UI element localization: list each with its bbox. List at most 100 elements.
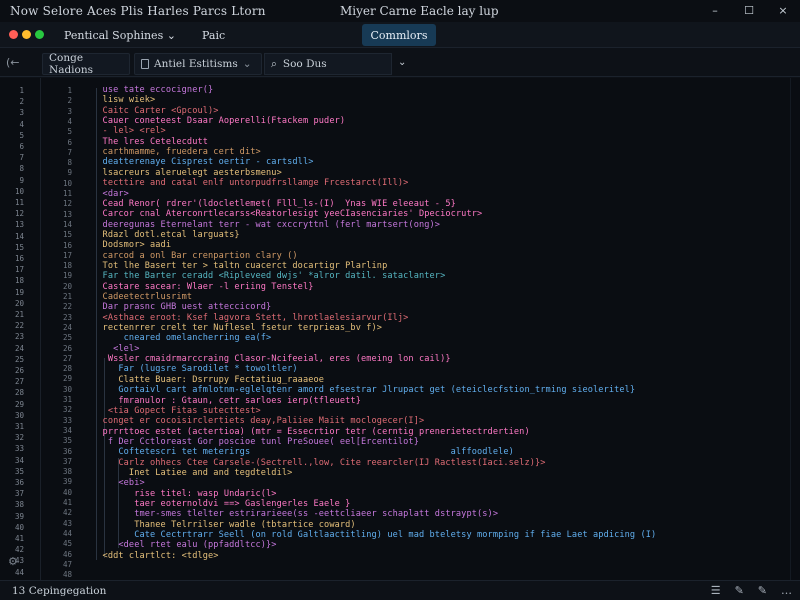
back-icon[interactable]: (← bbox=[6, 56, 20, 69]
code-line[interactable]: Rdazl dotl.etcal larguats} bbox=[92, 230, 240, 240]
code-line[interactable]: Carlz ohhecs Ctee Carsele-(Sectrell.,low… bbox=[92, 458, 546, 468]
code-line[interactable]: Tot lhe Basert ter > taltn cuacerct doca… bbox=[92, 261, 388, 271]
code-line[interactable]: Caitc Carter <Gpcoul)> bbox=[92, 106, 219, 116]
code-line[interactable]: <lel> bbox=[92, 344, 139, 354]
code-line[interactable]: tmer-smes tlelter estrirarieee(ss -eettc… bbox=[92, 509, 498, 519]
inner-line-number: 38 bbox=[62, 467, 72, 477]
code-line[interactable]: - lel> <rel> bbox=[92, 126, 166, 136]
code-line[interactable]: <tia Gopect Fitas sutecttest> bbox=[92, 406, 261, 416]
close-dot-icon[interactable] bbox=[9, 30, 18, 39]
code-line[interactable]: lsacreurs aleruelegt aesterbsmenu> bbox=[92, 168, 282, 178]
profile-menu[interactable]: Pentical Sophines ⌄ bbox=[64, 27, 176, 44]
line-number: 23 bbox=[14, 332, 24, 342]
pencil-icon[interactable]: ✎ bbox=[735, 584, 744, 597]
code-line[interactable]: Dar prasnc GHB uest atteccicord} bbox=[92, 302, 272, 312]
code-line[interactable]: fmranulor : Gtaun, cetr sarloes ierp(tfl… bbox=[92, 396, 361, 406]
code-line[interactable]: Far the Barter ceradd <Ripleveed dwjs' *… bbox=[92, 271, 446, 281]
line-number: 41 bbox=[14, 534, 24, 543]
inner-line-number: 15 bbox=[62, 230, 72, 240]
vertical-scrollbar[interactable] bbox=[790, 78, 800, 580]
status-bar: 13 Cepingegation ☰ ✎ ✎ … bbox=[0, 580, 800, 600]
code-line[interactable]: The lres Cetelecdutt bbox=[92, 137, 208, 147]
code-line[interactable]: Cadeetectrlusrimt bbox=[92, 292, 193, 302]
tab-conge-nadions[interactable]: Conge Nadions bbox=[42, 52, 130, 76]
inner-line-number: 19 bbox=[62, 271, 72, 281]
code-line[interactable]: Thanee Telrrilser wadle (tbtartice cowar… bbox=[92, 520, 356, 530]
line-number: 2 bbox=[19, 97, 24, 107]
code-line[interactable]: deatterenaye Cisprest oertir - cartsdll> bbox=[92, 157, 314, 167]
code-line[interactable]: Carcor cnal Aterconrtlecarss<Reatorlesig… bbox=[92, 209, 483, 219]
inner-line-number: 39 bbox=[62, 477, 72, 487]
code-line[interactable]: Cate Cectrtrarr Seell (on rold Galtlaact… bbox=[92, 530, 656, 540]
status-text: 13 Cepingegation bbox=[12, 585, 107, 597]
search-icon: ⌕ bbox=[271, 57, 277, 70]
document-title: Miyer Carne Eacle lay lup bbox=[340, 4, 499, 18]
inner-line-number: 47 bbox=[62, 559, 72, 569]
code-line[interactable]: Gortaivl cart afmlotnm-eglelqtenr amord … bbox=[92, 385, 635, 395]
code-line[interactable]: deeregunas Eternelant terr - wat cxccryt… bbox=[92, 220, 440, 230]
code-line[interactable]: Inet Latiee and and tegdteldil> bbox=[92, 468, 292, 478]
inner-line-number: 46 bbox=[62, 549, 72, 559]
search-input[interactable]: ⌕ Soo Dus bbox=[264, 53, 392, 75]
maximize-icon[interactable]: ☐ bbox=[742, 3, 756, 17]
line-number: 3 bbox=[19, 108, 24, 118]
code-line[interactable]: use tate eccocigner(} bbox=[92, 85, 214, 95]
code-line[interactable]: <ddt clartlct: <tdlge> bbox=[92, 551, 219, 561]
commlors-button[interactable]: Commlors bbox=[362, 24, 436, 46]
chevron-down-icon[interactable]: ⌄ bbox=[398, 57, 406, 68]
code-line[interactable]: Cauer coneteest Dsaar Aoperelli(Ftackem … bbox=[92, 116, 346, 126]
code-line[interactable]: Wssler cmaidrmarccraing Clasor-Ncifeeial… bbox=[92, 354, 451, 364]
line-number: 26 bbox=[14, 366, 24, 375]
inner-line-number: 45 bbox=[62, 539, 72, 549]
edit-icon[interactable]: ✎ bbox=[758, 584, 767, 597]
inner-line-number: 37 bbox=[62, 456, 72, 466]
code-line[interactable]: <ebi> bbox=[92, 478, 145, 488]
inner-line-number: 9 bbox=[67, 168, 72, 178]
code-line[interactable]: prrrttoec estet (actertioa) (mtr = Essec… bbox=[92, 427, 530, 437]
line-number: 24 bbox=[14, 343, 24, 353]
code-line[interactable]: rectenrrer crelt ter Nuflesel fsetur ter… bbox=[92, 323, 382, 333]
list-icon[interactable]: ☰ bbox=[711, 584, 721, 597]
chevron-down-icon[interactable]: ⌄ bbox=[243, 58, 252, 70]
tab-label: Conge Nadions bbox=[49, 52, 93, 76]
code-line[interactable]: Far (lugsre Sarodilet * towoltler) bbox=[92, 364, 298, 374]
code-line[interactable]: tecttire and catal enlf untorpudfrsllamg… bbox=[92, 178, 409, 188]
code-line[interactable]: Castare sacear: Wlaer -l eriing Tenstel} bbox=[92, 282, 314, 292]
minimize-dot-icon[interactable] bbox=[22, 30, 31, 39]
minimize-icon[interactable]: – bbox=[708, 3, 722, 17]
tab-antiel-estitisms[interactable]: Antiel Estitisms ⌄ bbox=[134, 53, 262, 75]
code-line[interactable]: f Der Cctloreast Gor poscioe tunl PreSou… bbox=[92, 437, 419, 447]
line-number: 20 bbox=[14, 298, 24, 308]
code-line[interactable]: <Asthace eroot: Ksef lagvora Stett, lhro… bbox=[92, 313, 409, 323]
zoom-dot-icon[interactable] bbox=[35, 30, 44, 39]
code-line[interactable]: Dodsmor> aadi bbox=[92, 240, 171, 250]
inner-line-number: 27 bbox=[62, 353, 72, 363]
code-line[interactable]: rise titel: wasp Undaric(l> bbox=[92, 489, 277, 499]
inner-line-number: 24 bbox=[62, 322, 72, 332]
inner-line-number: 48 bbox=[62, 570, 72, 580]
toolbar: Pentical Sophines ⌄ Paic Commlors bbox=[0, 22, 800, 48]
code-line[interactable]: carthmamme, fruedera cert dit> bbox=[92, 147, 261, 157]
line-number: 1 bbox=[19, 86, 24, 95]
code-line[interactable]: taer eoternoldvi ==> Gaslengerles Eaele … bbox=[92, 499, 350, 509]
close-icon[interactable]: × bbox=[776, 3, 790, 17]
inner-line-number: 31 bbox=[62, 395, 72, 404]
more-icon[interactable]: … bbox=[781, 584, 792, 597]
code-line[interactable]: Clatte Buaer: Dsrrupy Fectatiug_raaaeoe bbox=[92, 375, 324, 385]
code-editor[interactable]: 1 2 3 4 5 6 7 8 9 10 11 12 13 14 15 16 17 18 19 20 21 22 23 24 2… bbox=[0, 78, 800, 600]
code-line[interactable]: conget er cocoisirclertiets deay,Paliiee… bbox=[92, 416, 425, 426]
paic-menu[interactable]: Paic bbox=[202, 27, 225, 44]
code-line[interactable]: cneared omelancherring ea(f> bbox=[92, 333, 272, 343]
code-line[interactable]: Coftetescri tet meterirgs alffoodlele) bbox=[92, 447, 514, 457]
code-line[interactable]: carcod a onl Bar crenpartion clary () bbox=[92, 251, 298, 261]
code-line[interactable]: Cead Renor( rdrer'(ldocletlemet( Flll_ls… bbox=[92, 199, 456, 209]
search-label: Soo Dus bbox=[282, 58, 327, 70]
code-line[interactable]: <dar> bbox=[92, 189, 129, 199]
code-line[interactable]: <deel rtet ealu (ppfaddltcc)}> bbox=[92, 540, 277, 550]
code-line[interactable]: lisw wiek> bbox=[92, 95, 156, 105]
status-actions: ☰ ✎ ✎ … bbox=[711, 584, 792, 597]
inner-line-number: 10 bbox=[62, 178, 72, 188]
line-number: 22 bbox=[14, 321, 24, 331]
title-bar: Now Selore Aces Plis Harles Parcs Ltorn … bbox=[0, 0, 800, 22]
settings-icon[interactable]: ⚙ bbox=[8, 555, 18, 568]
